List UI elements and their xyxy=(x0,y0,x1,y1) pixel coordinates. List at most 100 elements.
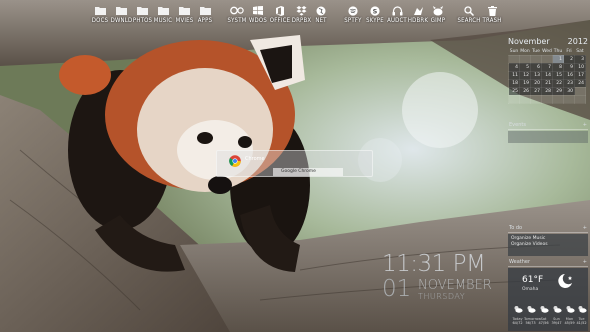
calendar-day[interactable]: 2 xyxy=(563,54,575,64)
network-icon xyxy=(316,4,326,17)
calendar-day[interactable]: 4 xyxy=(508,62,520,72)
forecast-day: Sat 47/56 xyxy=(537,298,550,325)
calendar-day[interactable]: 21 xyxy=(541,78,553,88)
calendar-day[interactable]: 17 xyxy=(574,70,586,80)
events-widget: Events + xyxy=(508,122,588,143)
cloud-sun-icon xyxy=(527,306,536,313)
calendar-day[interactable]: 19 xyxy=(519,78,531,88)
calendar-weekday: Wed xyxy=(542,48,552,54)
calendar-weekday: Sat xyxy=(576,48,584,54)
calendar-day[interactable]: 18 xyxy=(508,78,520,88)
events-add-button[interactable]: + xyxy=(583,122,587,129)
folder-icon xyxy=(116,4,127,17)
calendar-year[interactable]: 2012 xyxy=(568,37,588,47)
calendar-day[interactable]: 23 xyxy=(563,78,575,88)
dock-label: WDOS xyxy=(249,17,267,24)
dock-item-net[interactable]: NET xyxy=(314,4,328,28)
dock-item-audct[interactable]: AUDCT xyxy=(387,4,407,28)
dock-item-phtos[interactable]: PHTOS xyxy=(133,4,152,28)
calendar-day[interactable]: 13 xyxy=(530,70,542,80)
dock-label: OFFICE xyxy=(269,17,291,24)
calendar-day[interactable]: 29 xyxy=(552,86,564,96)
todo-add-button[interactable]: + xyxy=(583,225,587,232)
calendar-grid: Sun Mon Tue Wed Thu Fri Sat 1 2 3 4 5 6 7 8 9 10 1… xyxy=(508,48,586,104)
clock-time: 11:31 PM xyxy=(382,251,486,277)
dock-item-office[interactable]: OFFICE xyxy=(270,4,290,28)
calendar-day[interactable]: 7 xyxy=(541,62,553,72)
weather-add-button[interactable]: + xyxy=(583,259,587,266)
dock-label: GIMP xyxy=(430,17,446,24)
dock-item-hdbrk[interactable]: HDBRK xyxy=(408,4,428,28)
todo-list: Organize Music Organize Videos xyxy=(508,234,588,256)
calendar-day[interactable]: 26 xyxy=(519,86,531,96)
calendar-day[interactable]: 5 xyxy=(519,62,531,72)
folder-icon xyxy=(199,4,211,17)
forecast-day: Sun 39/47 xyxy=(550,298,563,325)
calendar-day[interactable]: 8 xyxy=(552,62,564,72)
dock-item-trash[interactable]: TRASH xyxy=(482,4,502,28)
calendar-weekday: Fri xyxy=(566,48,572,54)
spotify-icon xyxy=(348,4,358,17)
dock-item-skype[interactable]: S SKYPE xyxy=(365,4,385,28)
launcher-result-item[interactable]: Google Chrome xyxy=(273,168,343,176)
dock-label: SKYPE xyxy=(366,17,384,24)
calendar-day[interactable]: 22 xyxy=(552,78,564,88)
calendar-day[interactable]: 16 xyxy=(563,70,575,80)
calendar-month[interactable]: November xyxy=(508,37,550,47)
dock-item-drpbx[interactable]: DRPBX xyxy=(292,4,311,28)
calendar-header: November 2012 xyxy=(508,37,588,47)
calendar-widget: November 2012 Sun Mon Tue Wed Thu Fri Sa… xyxy=(508,37,588,117)
calendar-day[interactable]: 30 xyxy=(563,86,575,96)
dock-item-apps[interactable]: APPS xyxy=(197,4,213,28)
forecast-day: Tue 41/52 xyxy=(575,298,588,325)
dock-item-music[interactable]: MUSIC xyxy=(154,4,172,28)
calendar-day[interactable]: 11 xyxy=(508,70,520,80)
calendar-day[interactable]: 14 xyxy=(541,70,553,80)
cloud-sun-icon xyxy=(540,306,549,313)
dock-item-sptfy[interactable]: SPTFY xyxy=(343,4,363,28)
calendar-day[interactable]: 1 xyxy=(552,54,564,64)
calendar-day[interactable]: 15 xyxy=(552,70,564,80)
events-list xyxy=(508,131,588,143)
system-icon xyxy=(230,4,244,17)
calendar-day xyxy=(508,54,520,64)
calendar-day[interactable]: 9 xyxy=(563,62,575,72)
moon-icon xyxy=(558,274,572,288)
forecast-temp: 56/73 xyxy=(525,321,536,325)
windows-icon xyxy=(253,4,263,17)
folder-icon xyxy=(137,4,148,17)
clock-widget: 11:31 PM 01 NOVEMBER THURSDAY xyxy=(382,250,502,330)
calendar-day[interactable]: 20 xyxy=(530,78,542,88)
calendar-day xyxy=(519,94,531,104)
dock-item-docs[interactable]: DOCS xyxy=(92,4,108,28)
dock-item-dwnld[interactable]: DWNLD xyxy=(111,4,132,28)
calendar-day[interactable]: 3 xyxy=(574,54,586,64)
launcher-query[interactable]: Chrome xyxy=(245,156,265,162)
calendar-day[interactable]: 28 xyxy=(541,86,553,96)
calendar-day[interactable]: 27 xyxy=(530,86,542,96)
dock-item-systm[interactable]: SYSTM xyxy=(227,4,247,28)
gimp-icon xyxy=(432,4,444,17)
calendar-day xyxy=(508,94,520,104)
dock-item-search[interactable]: SEARCH xyxy=(458,4,480,28)
weather-city: Omaha xyxy=(522,287,539,292)
app-launcher[interactable]: Chrome Google Chrome xyxy=(216,150,373,177)
calendar-day[interactable]: 12 xyxy=(519,70,531,80)
calendar-day[interactable]: 24 xyxy=(574,78,586,88)
calendar-day[interactable]: 25 xyxy=(508,86,520,96)
calendar-weekday-row: Sun Mon Tue Wed Thu Fri Sat xyxy=(509,48,586,55)
dock-label: TRASH xyxy=(482,17,502,24)
calendar-weekday: Thu xyxy=(553,48,563,54)
dock-item-wdos[interactable]: WDOS xyxy=(249,4,267,28)
dock-label: SEARCH xyxy=(457,17,481,24)
calendar-day[interactable]: 10 xyxy=(574,62,586,72)
dock-item-gimp[interactable]: GIMP xyxy=(430,4,446,28)
todo-item[interactable]: Organize Videos xyxy=(511,242,585,248)
dock-label: SPTFY xyxy=(344,17,362,24)
calendar-day[interactable]: 6 xyxy=(530,62,542,72)
forecast-day: Tomorrow 56/73 xyxy=(524,298,541,325)
dock-item-mvies[interactable]: MVIES xyxy=(175,4,194,28)
dropbox-icon xyxy=(296,4,307,17)
svg-text:S: S xyxy=(373,7,378,15)
events-header: Events + xyxy=(508,122,588,130)
